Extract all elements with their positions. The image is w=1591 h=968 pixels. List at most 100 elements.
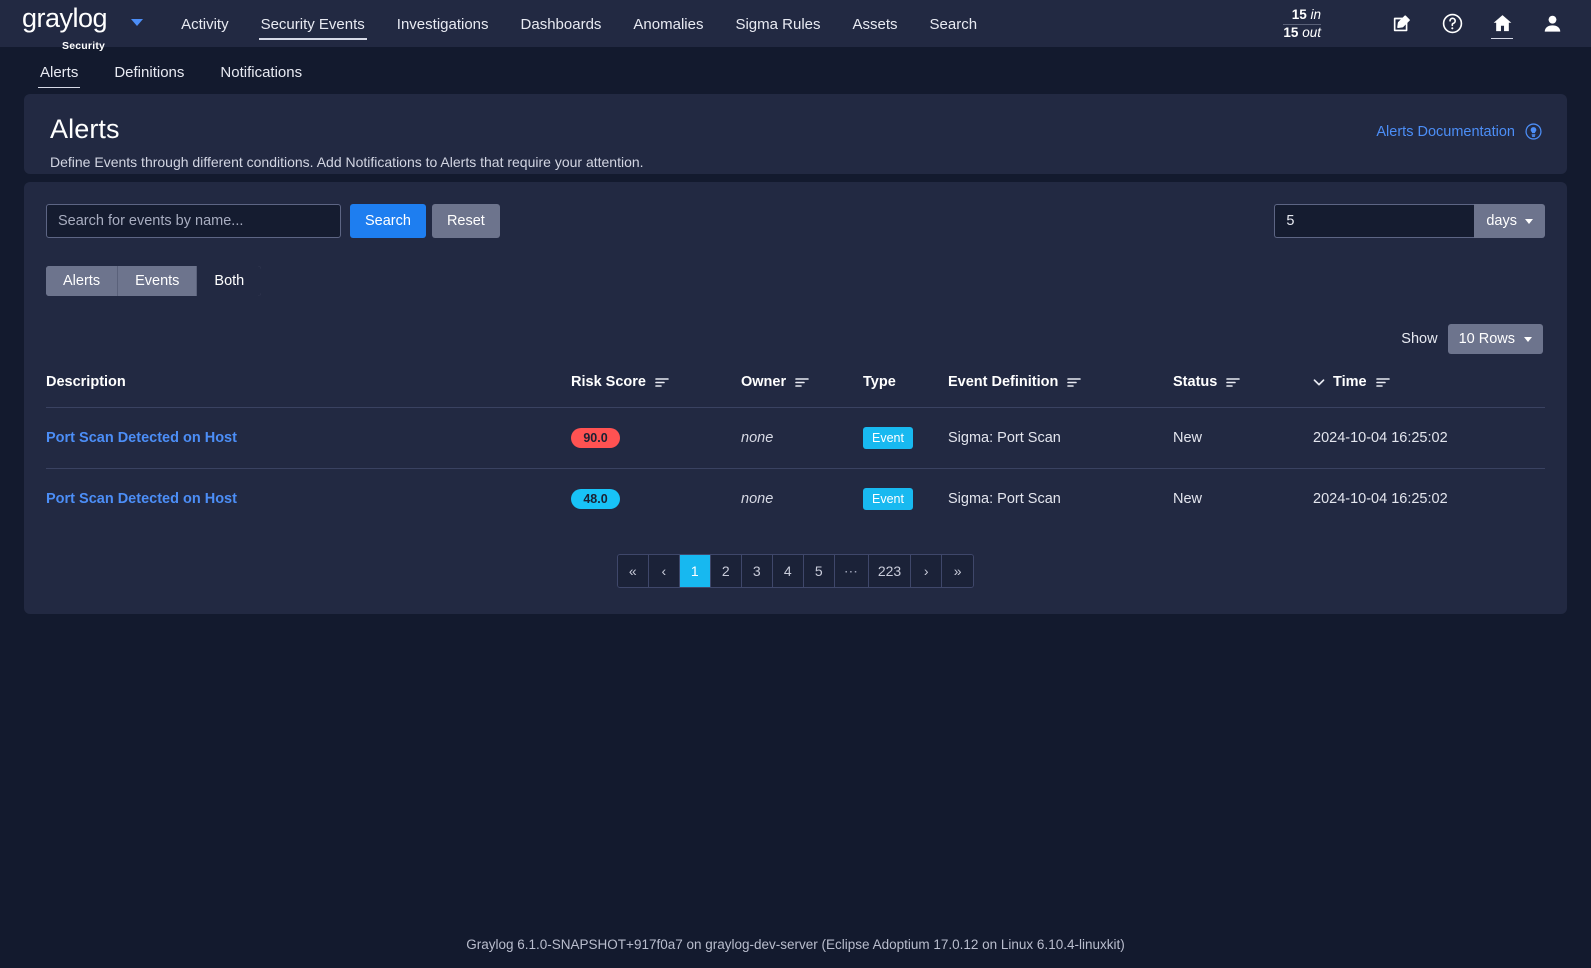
column-header-time[interactable]: Time <box>1313 368 1545 408</box>
cell-time: 2024-10-04 16:25:02 <box>1313 491 1448 507</box>
reset-button[interactable]: Reset <box>431 204 500 238</box>
previous-page[interactable]: ‹ <box>648 555 680 587</box>
rows-per-page-value: 10 Rows <box>1458 331 1515 347</box>
column-header-event-definition[interactable]: Event Definition <box>948 368 1173 408</box>
nav-item-activity[interactable]: Activity <box>165 2 245 46</box>
nav-item-dashboards[interactable]: Dashboards <box>505 2 618 46</box>
cell-risk-score: 90.0 <box>571 407 741 469</box>
cell-type: Event <box>863 407 948 469</box>
sort-icon[interactable] <box>1225 376 1241 389</box>
column-header-description[interactable]: Description <box>46 368 571 408</box>
segment-events[interactable]: Events <box>118 266 198 296</box>
column-label-risk-score: Risk Score <box>571 374 646 390</box>
alerts-documentation-link[interactable]: Alerts Documentation <box>1376 113 1543 141</box>
segment-both[interactable]: Both <box>197 266 262 296</box>
segment-alerts[interactable]: Alerts <box>46 266 119 296</box>
table-row[interactable]: Port Scan Detected on Host 48.0 none Eve… <box>46 469 1545 530</box>
next-page[interactable]: › <box>911 555 943 587</box>
sort-icon[interactable] <box>1066 376 1082 389</box>
owner-value: none <box>741 430 774 446</box>
page-223[interactable]: 223 <box>868 555 912 587</box>
alerts-table-body: Port Scan Detected on Host 90.0 none Eve… <box>46 407 1545 530</box>
cell-owner: none <box>741 407 863 469</box>
type-badge: Event <box>863 427 913 449</box>
brand-dropdown-caret-icon[interactable] <box>131 19 144 26</box>
cell-event-definition: Sigma: Port Scan <box>948 491 1061 507</box>
tab-definitions[interactable]: Definitions <box>112 51 186 90</box>
column-header-owner[interactable]: Owner <box>741 368 863 408</box>
timerange-unit-dropdown[interactable]: days <box>1474 204 1545 238</box>
throughput-in-value: 15 <box>1291 6 1307 22</box>
risk-score-badge: 48.0 <box>571 489 620 509</box>
timerange-unit-label: days <box>1486 213 1517 229</box>
page-description: Define Events through different conditio… <box>50 154 644 170</box>
throughput-out-label: out <box>1302 24 1321 40</box>
lightbulb-icon <box>1524 122 1543 141</box>
search-input[interactable] <box>46 204 341 238</box>
page-header-card: Alerts Define Events through different c… <box>24 94 1567 174</box>
alerts-table: Description Risk Score Owner Type Event … <box>46 368 1545 529</box>
column-header-status[interactable]: Status <box>1173 368 1313 408</box>
navbar-right-section: 15 in 15 out <box>1283 0 1577 47</box>
brand-wordmark: graylog <box>22 3 108 33</box>
pagination-wrapper: « ‹ 1 2 3 4 5 ⋯ 223 › » <box>46 554 1545 588</box>
timerange-control: days <box>1274 204 1545 238</box>
alert-description-link[interactable]: Port Scan Detected on Host <box>46 491 237 507</box>
nav-item-investigations[interactable]: Investigations <box>381 2 505 46</box>
nav-item-assets[interactable]: Assets <box>837 2 914 46</box>
chevron-down-icon <box>1525 218 1533 224</box>
search-group: Search Reset <box>46 204 500 238</box>
top-navbar: graylog Security Activity Security Event… <box>0 0 1591 53</box>
table-header-row: Description Risk Score Owner Type Event … <box>46 368 1545 408</box>
primary-nav: Activity Security Events Investigations … <box>165 2 993 46</box>
sort-icon[interactable] <box>654 376 670 389</box>
user-avatar-icon[interactable] <box>1527 0 1577 47</box>
column-label-status: Status <box>1173 374 1218 390</box>
search-button[interactable]: Search <box>350 204 426 238</box>
timerange-value-input[interactable] <box>1274 204 1475 238</box>
alert-description-link[interactable]: Port Scan Detected on Host <box>46 430 237 446</box>
help-icon[interactable] <box>1427 0 1477 47</box>
column-label-time: Time <box>1333 374 1367 390</box>
page-ellipsis: ⋯ <box>834 555 869 587</box>
cell-time: 2024-10-04 16:25:02 <box>1313 407 1545 469</box>
sort-icon[interactable] <box>1375 376 1391 389</box>
first-page[interactable]: « <box>617 555 649 587</box>
tab-notifications[interactable]: Notifications <box>218 51 304 90</box>
rows-per-page-dropdown[interactable]: 10 Rows <box>1447 324 1543 354</box>
page-2[interactable]: 2 <box>710 555 742 587</box>
alerts-content-card: Search Reset days Alerts Events Both Sho… <box>24 182 1567 614</box>
column-label-description: Description <box>46 374 126 390</box>
cell-risk-score: 48.0 <box>571 469 741 530</box>
page-1[interactable]: 1 <box>679 555 711 587</box>
nav-item-anomalies[interactable]: Anomalies <box>617 2 719 46</box>
column-label-type: Type <box>863 374 896 390</box>
table-row[interactable]: Port Scan Detected on Host 90.0 none Eve… <box>46 407 1545 469</box>
nav-item-search[interactable]: Search <box>914 2 994 46</box>
column-label-event-definition: Event Definition <box>948 374 1059 390</box>
alert-type-segmented-control: Alerts Events Both <box>46 266 262 296</box>
column-header-risk-score[interactable]: Risk Score <box>571 368 741 408</box>
section-tabs: Alerts Definitions Notifications <box>0 47 1591 94</box>
page-4[interactable]: 4 <box>772 555 804 587</box>
nav-item-sigma-rules[interactable]: Sigma Rules <box>719 2 836 46</box>
nav-item-security-events[interactable]: Security Events <box>245 2 381 46</box>
cell-description: Port Scan Detected on Host <box>46 469 571 530</box>
pagination: « ‹ 1 2 3 4 5 ⋯ 223 › » <box>616 554 975 588</box>
cell-event-definition: Sigma: Port Scan <box>948 407 1173 469</box>
owner-value: none <box>741 491 774 507</box>
edit-icon[interactable] <box>1377 0 1427 47</box>
page-5[interactable]: 5 <box>803 555 835 587</box>
app-footer: Graylog 6.1.0-SNAPSHOT+917f0a7 on graylo… <box>466 937 1125 952</box>
last-page[interactable]: » <box>942 555 974 587</box>
graylog-brand-logo[interactable]: graylog Security <box>22 3 108 53</box>
type-badge: Event <box>863 488 913 510</box>
throughput-in-label: in <box>1310 6 1321 22</box>
throughput-indicator[interactable]: 15 in 15 out <box>1283 7 1351 41</box>
sort-icon[interactable] <box>794 376 810 389</box>
home-icon[interactable] <box>1477 0 1527 47</box>
page-3[interactable]: 3 <box>741 555 773 587</box>
page-title: Alerts <box>50 114 120 144</box>
tab-alerts[interactable]: Alerts <box>38 51 81 90</box>
risk-score-badge: 90.0 <box>571 428 620 448</box>
